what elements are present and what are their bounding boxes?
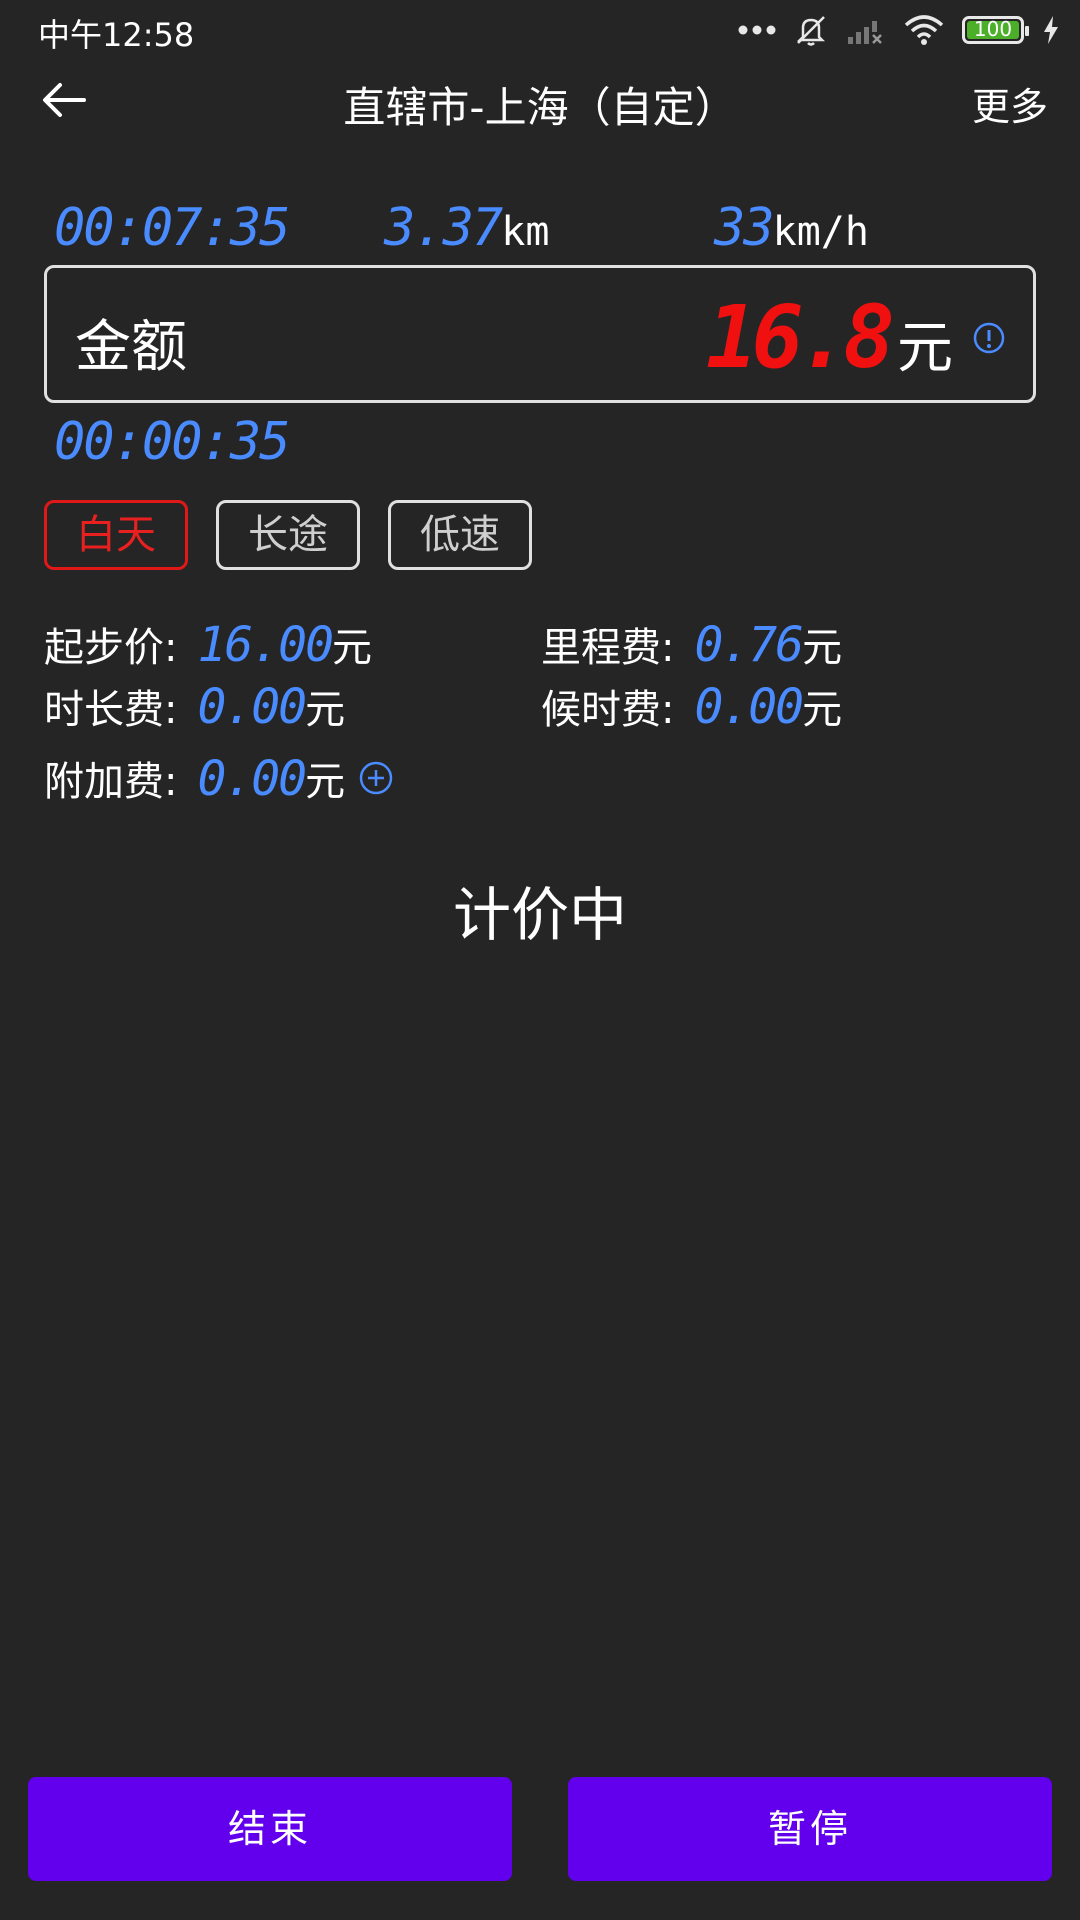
mileage-fee-unit: 元 [802,625,843,671]
extra-fee-value: 0.00 [197,751,307,807]
base-fee-value: 16.00 [197,617,333,673]
mileage-fee-value: 0.76 [694,617,804,673]
waiting-fee-value: 0.00 [694,679,804,735]
extra-fee-unit: 元 [305,759,346,805]
info-icon[interactable] [973,322,1005,354]
add-extra-fee-icon[interactable] [359,761,393,795]
distance-unit: km [501,209,550,255]
battery-icon: 100 [962,16,1029,44]
amount-label: 金额 [75,315,187,380]
header: 直辖市-上海（自定） 更多 [0,60,1080,140]
waiting-fee-unit: 元 [802,687,843,733]
charging-icon [1044,16,1058,44]
mileage-fee: 里程费: 0.76 元 [541,615,842,673]
meter-row: 00:07:35 3.37km 33km/h [0,198,1080,262]
speed-display: 33km/h [714,198,869,258]
more-button[interactable]: 更多 [972,76,1048,131]
page-title: 直辖市-上海（自定） [343,83,737,132]
amount-box: 金额 16.8 元 [44,265,1036,403]
taxi-meter-screen: 中午12:58 100 直辖市-上海（自定） 更多 00:07:35 3.37k… [0,0,1080,1920]
signal-icon [848,21,882,44]
status-time: 中午12:58 [38,16,195,54]
base-fee-label: 起步价: [44,625,178,671]
amount-value: 16.8 [705,288,895,388]
end-button[interactable]: 结束 [28,1777,512,1881]
elapsed-time: 00:07:35 [54,198,290,258]
status-icons: 100 [738,10,1060,50]
distance-value: 3.37 [384,198,503,258]
more-dots-icon [738,25,776,35]
duration-fee: 时长费: 0.00 元 [44,677,345,735]
battery-level: 100 [973,17,1013,41]
waiting-fee: 候时费: 0.00 元 [541,677,842,735]
pause-button[interactable]: 暂停 [568,1777,1052,1881]
base-fee: 起步价: 16.00 元 [44,615,372,673]
extra-fee: 附加费: 0.00 元 [44,749,393,807]
distance-display: 3.37km [384,198,549,258]
duration-fee-unit: 元 [305,687,346,733]
amount-display: 16.8 元 [706,288,953,388]
wait-time: 00:00:35 [54,412,290,472]
base-fee-unit: 元 [331,625,372,671]
extra-fee-label: 附加费: [44,759,178,805]
wifi-icon [904,15,944,45]
duration-fee-label: 时长费: [44,687,178,733]
status-bar: 中午12:58 100 [0,0,1080,58]
mode-day[interactable]: 白天 [44,500,188,570]
speed-unit: km/h [772,209,869,255]
mode-tabs: 白天 长途 低速 [44,500,532,570]
waiting-fee-label: 候时费: [541,687,675,733]
amount-unit: 元 [897,316,953,381]
mode-low-speed[interactable]: 低速 [388,500,532,570]
mode-long-distance[interactable]: 长途 [216,500,360,570]
bell-off-icon [796,16,826,46]
pricing-status: 计价中 [452,881,627,949]
duration-fee-value: 0.00 [197,679,307,735]
mileage-fee-label: 里程费: [541,625,675,671]
speed-value: 33 [714,198,775,258]
